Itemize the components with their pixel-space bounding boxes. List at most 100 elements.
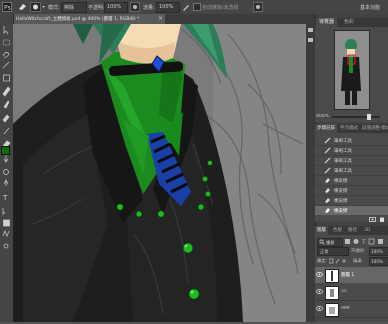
tab-paths[interactable]: 路徑 bbox=[346, 226, 359, 235]
document-tab-title: HalloWitchcraft_立體模板.psd @ 400% (圖層 1, R… bbox=[16, 17, 140, 22]
brush-icon bbox=[324, 157, 331, 164]
history-item[interactable]: 橡皮擦 bbox=[315, 176, 388, 186]
brush-icon bbox=[324, 147, 331, 154]
tab-navigator[interactable]: 導覽器 bbox=[316, 18, 338, 27]
navigator-panel: 導覽器 色彩 400% bbox=[315, 18, 388, 122]
layer-filter-icons[interactable]: T bbox=[343, 238, 387, 245]
eraser-icon bbox=[324, 187, 331, 194]
workspace-label[interactable]: 基本功能 bbox=[360, 4, 380, 11]
document-tab[interactable]: HalloWitchcraft_立體模板.psd @ 400% (圖層 1, R… bbox=[13, 14, 165, 24]
brush-preset-picker[interactable] bbox=[30, 2, 46, 12]
character-artwork bbox=[13, 24, 306, 322]
history-item-selected[interactable]: 橡皮擦 bbox=[315, 206, 388, 215]
tab-color[interactable]: 色彩 bbox=[341, 18, 357, 27]
mode-select[interactable]: 擦除 bbox=[61, 2, 87, 13]
eye-icon[interactable] bbox=[316, 272, 323, 277]
layer-filter-select[interactable]: 種類 bbox=[317, 238, 343, 247]
layers-panel: 圖層 色版 路徑 3D 種類 T 正常 不透明: 100% 鎖定: 填滿: 10… bbox=[315, 226, 388, 322]
history-item-label: 筆刷工具 bbox=[334, 149, 352, 154]
auto-erase-label: 自动抹除/未选择 bbox=[202, 5, 239, 11]
flow-label: 流量: bbox=[143, 5, 155, 11]
pressure-size-icon[interactable] bbox=[253, 2, 263, 12]
layer-thumbnail bbox=[325, 269, 339, 283]
history-item-label: 橡皮擦 bbox=[334, 199, 348, 204]
mode-label: 模式: bbox=[48, 5, 60, 11]
tab-character-styles[interactable]: 字元樣式 bbox=[338, 124, 360, 133]
history-item-label: 筆刷工具 bbox=[334, 159, 352, 164]
flow-input[interactable]: 100% bbox=[156, 2, 180, 13]
tools-panel: T bbox=[0, 14, 14, 322]
layer-name: 999 bbox=[341, 306, 350, 311]
fill-label: 填滿: bbox=[353, 258, 363, 263]
lock-label: 鎖定: bbox=[317, 258, 327, 263]
mode-value: 擦除 bbox=[64, 5, 75, 11]
svg-text:T: T bbox=[361, 239, 366, 245]
eraser-tool-icon[interactable] bbox=[18, 3, 27, 11]
history-item-label: 橡皮擦 bbox=[334, 189, 348, 194]
history-item[interactable]: 筆刷工具 bbox=[315, 136, 388, 146]
layer-thumbnail bbox=[325, 286, 339, 300]
photoshop-home-icon[interactable]: Ps bbox=[2, 2, 12, 12]
history-item[interactable]: 筆刷工具 bbox=[315, 156, 388, 166]
opacity-input[interactable]: 100% bbox=[104, 2, 128, 13]
history-item[interactable]: 橡皮擦 bbox=[315, 196, 388, 206]
navigator-zoom-slider[interactable] bbox=[332, 114, 380, 120]
navigator-preview[interactable] bbox=[334, 30, 370, 110]
airbrush-icon[interactable] bbox=[181, 2, 191, 12]
history-item[interactable]: 筆刷工具 bbox=[315, 166, 388, 176]
brush-icon bbox=[324, 137, 331, 144]
layer-filter-kind: 種類 bbox=[326, 240, 335, 245]
opacity-value: 100% bbox=[107, 4, 122, 10]
layer-opacity-input[interactable]: 100% bbox=[369, 247, 388, 256]
brush-icon bbox=[324, 167, 331, 174]
svg-text:Ps: Ps bbox=[4, 5, 11, 12]
auto-erase-checkbox[interactable] bbox=[193, 3, 201, 11]
blend-mode-select[interactable]: 正常 bbox=[317, 247, 349, 256]
tab-layers[interactable]: 圖層 bbox=[315, 226, 328, 235]
camera-icon[interactable] bbox=[369, 216, 376, 222]
pressure-opacity-icon[interactable] bbox=[130, 2, 140, 12]
eye-icon[interactable] bbox=[316, 289, 323, 294]
history-tab-bar: 步驟記錄 字元樣式 段落 調整 樣式 bbox=[315, 124, 388, 133]
history-item-label: 橡皮擦 bbox=[334, 179, 348, 184]
tab-channels[interactable]: 色版 bbox=[331, 226, 344, 235]
history-item-label: 筆刷工具 bbox=[334, 169, 352, 174]
opacity-label: 不透明: bbox=[88, 5, 105, 11]
tool-icons: T bbox=[2, 26, 11, 249]
history-item-label: 橡皮擦 bbox=[334, 209, 348, 214]
lock-icons[interactable] bbox=[329, 258, 349, 264]
eraser-icon bbox=[324, 177, 331, 184]
tab-3d[interactable]: 3D bbox=[362, 226, 372, 235]
layer-opacity-value: 100% bbox=[371, 249, 383, 254]
eye-icon[interactable] bbox=[316, 306, 323, 311]
history-panel: 步驟記錄 字元樣式 段落 調整 樣式 筆刷工具 筆刷工具 筆刷工具 筆刷工具 橡… bbox=[315, 124, 388, 222]
layer-thumbnail bbox=[325, 303, 339, 317]
layers-tab-bar: 圖層 色版 路徑 3D bbox=[315, 226, 388, 235]
close-tab-icon[interactable]: × bbox=[158, 15, 163, 22]
foreground-color-swatch[interactable] bbox=[1, 146, 10, 155]
navigator-thumbnail bbox=[335, 31, 369, 109]
tab-styles[interactable]: 樣式 bbox=[379, 124, 388, 133]
trash-icon[interactable] bbox=[379, 216, 385, 222]
history-footer bbox=[315, 216, 388, 222]
layer-name: 55 bbox=[341, 289, 347, 294]
document-canvas[interactable] bbox=[13, 24, 306, 322]
layer-row-selected[interactable]: 圖層 1 bbox=[315, 267, 388, 283]
zoom-slider-handle[interactable] bbox=[367, 114, 371, 120]
navigator-tab-bar: 導覽器 色彩 bbox=[315, 18, 388, 27]
layer-name: 圖層 1 bbox=[341, 273, 355, 278]
layer-row[interactable]: 999 bbox=[315, 301, 388, 318]
fill-input[interactable]: 100% bbox=[369, 257, 388, 266]
flow-value: 100% bbox=[159, 4, 174, 10]
eraser-icon bbox=[324, 197, 331, 204]
history-item[interactable]: 筆刷工具 bbox=[315, 146, 388, 156]
navigator-zoom-value[interactable]: 400% bbox=[316, 114, 329, 119]
search-icon bbox=[319, 239, 325, 245]
fill-value: 100% bbox=[371, 259, 383, 264]
tab-history[interactable]: 步驟記錄 bbox=[315, 124, 337, 133]
blend-mode-value: 正常 bbox=[320, 249, 329, 254]
history-item[interactable]: 橡皮擦 bbox=[315, 186, 388, 196]
layer-row[interactable]: 55 bbox=[315, 284, 388, 301]
eraser-icon bbox=[324, 207, 331, 214]
collapsed-panel-icons[interactable] bbox=[306, 14, 315, 54]
